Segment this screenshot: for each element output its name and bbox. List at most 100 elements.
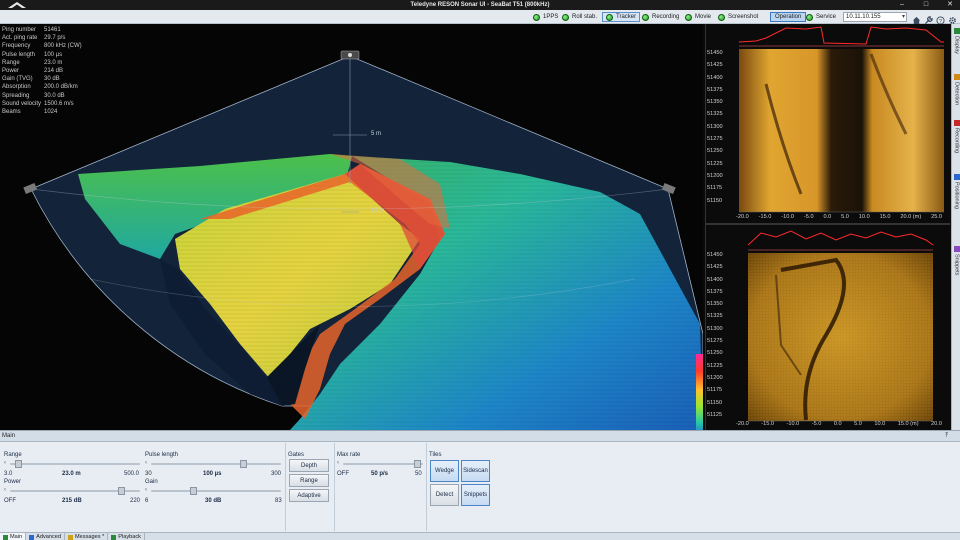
toggle-movie[interactable]: Movie [685,12,711,22]
toggle-roll-stab[interactable]: Roll stab. [562,12,597,22]
help-icon[interactable]: ? [936,12,945,25]
y-tick-label: 51325 [707,111,723,118]
param-key: Act. ping rate [2,35,38,42]
chevron-left-icon: ‹ [145,460,147,466]
tab-icon [29,534,35,540]
status-ok-icon [685,13,692,21]
sonar-param-row: Beams 1024 [2,108,82,116]
toggle-service[interactable]: Service [806,12,836,22]
max-rate-slider[interactable]: ‹ [337,460,423,468]
pin-icon[interactable]: ⤒ [945,431,948,442]
gate-adaptive-button[interactable]: Adaptive [289,489,329,502]
bottom-tab-label: Main [10,534,23,540]
tab-icon [953,74,960,80]
toggle-screenshot[interactable]: Screenshot [718,12,758,22]
waterfall-top-panel[interactable]: 51450 51425 51400 51375 51350 51325 51300 51275… [705,24,950,223]
side-tab-snippets[interactable]: Snippets [952,244,960,275]
max-rate-label: Max rate [337,452,361,458]
x-tick-label: -20.0 [736,214,749,220]
range-slider[interactable]: ‹ [4,460,140,468]
bottom-tab-main[interactable]: Main [0,533,27,540]
gain-label: Gain [145,479,158,485]
toggle-1pps[interactable]: 1PPS [533,12,558,22]
range-value: 23.0 m [62,471,81,477]
param-key: Ping number [2,27,37,33]
side-tab-recording[interactable]: Recording [952,118,960,153]
x-tick-label: 20.0 [931,421,942,427]
side-tab-detection[interactable]: Detection [952,72,960,105]
status-ok-icon [806,13,813,21]
param-value: 30 dB [44,76,60,83]
panel-title: Main [2,433,16,439]
minimize-icon[interactable]: – [896,1,908,9]
sonar-param-row: Power 214 dB [2,67,82,75]
tab-icon [953,28,960,34]
power-slider[interactable]: ‹ [4,487,140,495]
slider-thumb[interactable] [414,460,421,468]
slider-thumb[interactable] [15,460,22,468]
waterfall-top-image [738,24,944,213]
gate-depth-button[interactable]: Depth [289,459,329,472]
y-tick-label: 51175 [707,387,723,394]
gate-range-button[interactable]: Range [289,474,329,487]
status-ok-icon [606,13,613,21]
bottom-tab-label: Playback [118,534,141,540]
side-tab-positioning[interactable]: Positioning [952,172,960,209]
waterfall-bottom-y-axis: 51450 51425 51400 51375 51350 51325 51300 51275… [707,249,723,421]
bottom-tab-label: Messages * [75,534,105,540]
x-tick-label: -15.0 [761,421,774,427]
param-value: 200.0 dB/km [44,84,78,91]
bottom-tab-playback[interactable]: Playback [108,533,145,540]
sonar-wedge-view[interactable]: 5 m 10 m Ping number 51461 Act. ping rate 2… [0,24,703,430]
side-tab-label: Positioning [953,182,960,209]
y-tick-label: 51150 [707,399,723,406]
toggle-recording[interactable]: Recording [642,12,679,22]
slider-thumb[interactable] [118,487,125,495]
toggle-tracker[interactable]: Tracker [602,12,641,22]
home-icon[interactable] [912,12,921,25]
x-tick-label: 0.0 [833,421,842,427]
param-key: Sound velocity [2,100,42,107]
ip-address-select[interactable]: 10.11.10.155 ▾ [843,12,907,22]
operation-button[interactable]: Operation [770,12,807,22]
y-tick-label: 51225 [707,362,723,369]
max-rate-min: OFF [337,471,349,477]
x-tick-label: -10.0 [786,421,800,427]
x-tick-label: -5.0 [803,214,814,220]
slider-thumb[interactable] [240,460,247,468]
gates-label: Gates [288,452,305,458]
bottom-tabs: Main Advanced Messages * Playback [0,532,960,540]
title-bar: Teledyne RESON Sonar UI - SeaBat T51 (80… [0,0,960,10]
bottom-tab-messages[interactable]: Messages * [65,533,109,540]
gain-slider[interactable]: ‹ [145,487,281,495]
param-value: 1500.6 m/s [44,100,74,107]
sonar-ui-window: Teledyne RESON Sonar UI - SeaBat T51 (80… [0,0,960,540]
slider-thumb[interactable] [190,487,197,495]
wrench-icon[interactable] [924,12,933,25]
maximize-icon[interactable]: □ [920,1,932,9]
y-tick-label: 51275 [707,338,723,345]
param-value: 29.7 p/s [44,35,66,42]
close-icon[interactable]: ✕ [944,1,956,9]
tile-detect-button[interactable]: Detect [430,484,459,506]
sonar-param-row: Sound velocity 1500.6 m/s [2,100,82,108]
tile-snippets-button[interactable]: Snippets [461,484,490,506]
waterfall-bottom-panel[interactable]: 51450 51425 51400 51375 51350 51325 51300 51275… [705,223,950,430]
tile-wedge-button[interactable]: Wedge [430,460,459,482]
y-tick-label: 51425 [707,62,723,69]
side-tab-display[interactable]: Display [952,26,960,54]
tile-sidescan-button[interactable]: Sidescan [461,460,490,482]
bottom-tab-advanced[interactable]: Advanced [26,533,66,540]
slider-track [10,463,140,465]
pulse-length-value: 100 µs [203,471,222,477]
waterfall-bottom-x-axis: -20.0 -15.0 -10.0 -5.0 0.0 5.0 10.0 15.0 (m) 20.… [736,421,942,429]
pulse-length-slider[interactable]: ‹ [145,460,281,468]
pulse-length-label: Pulse length [145,452,179,458]
range-label: Range [4,452,22,458]
gear-icon[interactable] [948,12,957,24]
param-key: Power [2,68,20,75]
y-tick-label: 51150 [707,197,723,204]
param-key: Spreading [2,92,30,99]
x-tick-label: 5.0 [841,214,849,220]
pulse-length-min: 30 [145,471,152,477]
